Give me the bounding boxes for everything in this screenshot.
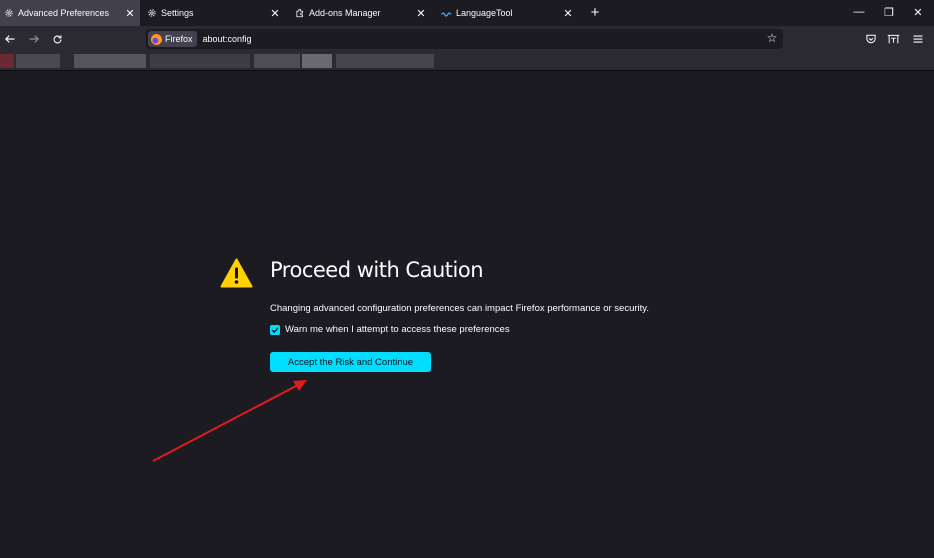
warning-icon — [220, 258, 253, 288]
bookmarks-toolbar — [0, 52, 934, 71]
page-title: Proceed with Caution — [270, 258, 484, 282]
bookmark-star-icon[interactable]: ☆ — [765, 31, 779, 45]
forward-button[interactable] — [25, 30, 43, 48]
close-icon[interactable]: ✕ — [415, 7, 427, 20]
tab-title: Advanced Preferences — [18, 8, 110, 18]
tab-title: Add-ons Manager — [309, 8, 381, 18]
pocket-button[interactable] — [862, 30, 880, 48]
puzzle-icon — [294, 7, 306, 19]
back-arrow-icon — [5, 35, 15, 43]
gear-icon — [146, 7, 158, 19]
tab-title: LanguageTool — [456, 8, 513, 18]
back-button[interactable] — [1, 30, 19, 48]
reload-button[interactable] — [48, 30, 66, 48]
tab-add-ons-manager[interactable]: Add-ons Manager ✕ — [291, 0, 431, 26]
reload-icon — [53, 34, 61, 43]
forward-arrow-icon — [29, 35, 39, 43]
tab-title: Settings — [161, 8, 194, 18]
pocket-icon — [866, 34, 876, 44]
close-icon[interactable]: ✕ — [124, 7, 136, 20]
page-content: Proceed with Caution Changing advanced c… — [0, 72, 934, 558]
restore-button[interactable]: ❐ — [881, 4, 897, 20]
tab-strip: Advanced Preferences ✕ Settings ✕ Add-on… — [0, 0, 934, 26]
extensions-icon — [887, 34, 899, 44]
blurred-bookmark[interactable] — [0, 54, 14, 68]
close-icon[interactable]: ✕ — [562, 7, 574, 20]
warn-checkbox[interactable] — [270, 324, 280, 335]
blurred-bookmark[interactable] — [254, 54, 300, 68]
tab-advanced-preferences[interactable]: Advanced Preferences ✕ — [0, 0, 140, 26]
new-tab-button[interactable]: + — [587, 4, 603, 21]
warn-checkbox-row[interactable]: Warn me when I attempt to access these p… — [270, 324, 510, 335]
extensions-button[interactable] — [884, 30, 902, 48]
identity-box[interactable]: Firefox — [148, 31, 197, 47]
warning-description: Changing advanced configuration preferen… — [270, 303, 649, 314]
languagetool-icon — [441, 7, 453, 19]
annotation-arrow — [152, 380, 307, 462]
accept-risk-button[interactable]: Accept the Risk and Continue — [270, 352, 431, 372]
blurred-bookmark[interactable] — [16, 54, 60, 68]
blurred-bookmark[interactable] — [302, 54, 332, 68]
blurred-bookmark[interactable] — [150, 54, 250, 68]
checkmark-icon — [271, 327, 279, 333]
url-bar[interactable]: Firefox about:config ☆ — [146, 29, 783, 49]
gear-icon — [3, 7, 15, 19]
firefox-logo-icon — [151, 33, 162, 45]
tab-settings[interactable]: Settings ✕ — [143, 0, 285, 26]
warn-checkbox-label: Warn me when I attempt to access these p… — [285, 324, 510, 335]
minimize-button[interactable]: — — [851, 4, 867, 20]
blurred-bookmark[interactable] — [74, 54, 146, 68]
window-close-button[interactable]: ✕ — [910, 4, 926, 20]
app-menu-button[interactable] — [909, 30, 927, 48]
close-icon[interactable]: ✕ — [269, 7, 281, 20]
identity-label: Firefox — [165, 34, 193, 44]
navigation-toolbar: Firefox about:config ☆ — [0, 26, 934, 52]
tab-languagetool[interactable]: LanguageTool ✕ — [438, 0, 578, 26]
url-input[interactable]: about:config — [203, 34, 252, 44]
blurred-bookmark[interactable] — [336, 54, 434, 68]
hamburger-menu-icon — [913, 35, 923, 43]
